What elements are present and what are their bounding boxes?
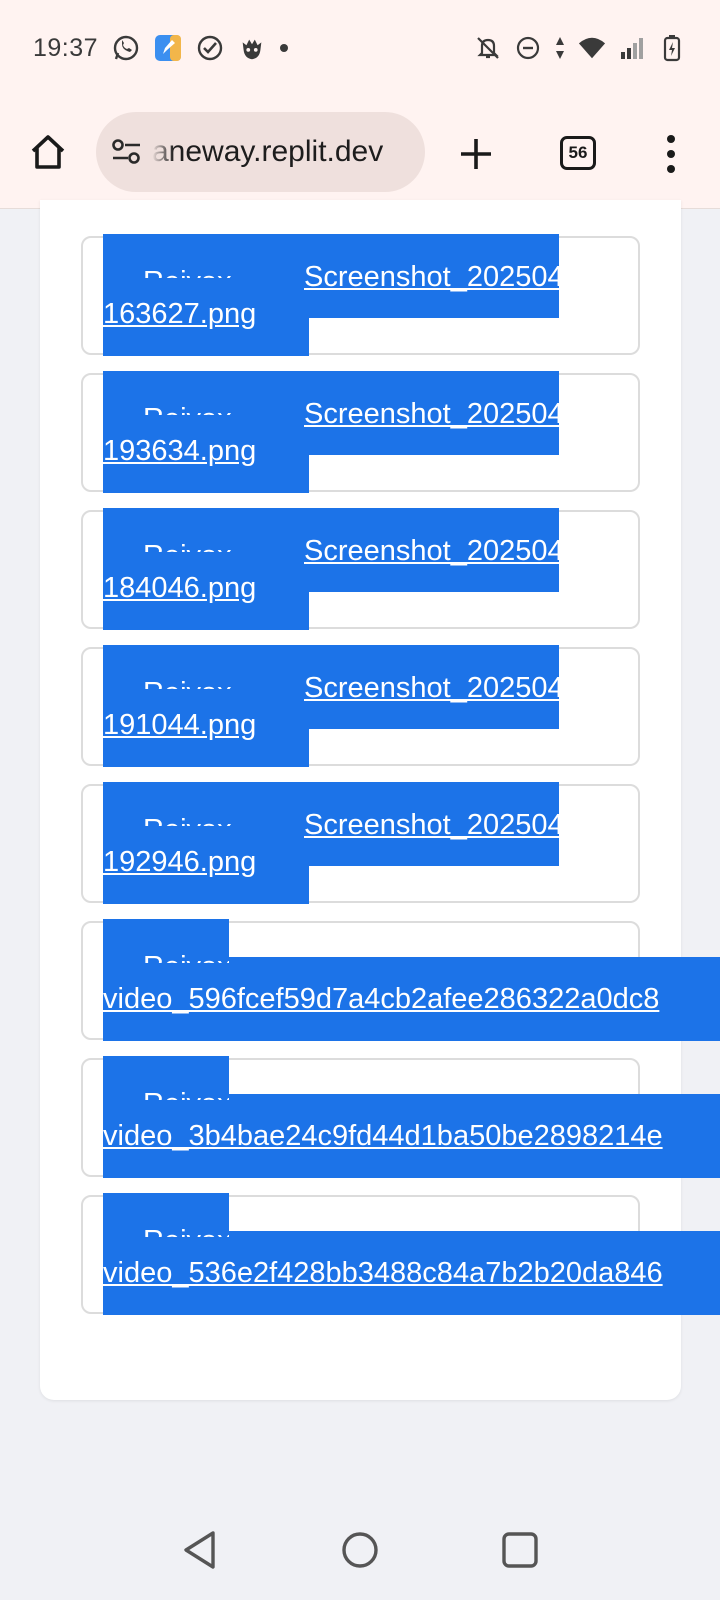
do-not-disturb-icon	[514, 34, 542, 62]
file-link-line1[interactable]: Screenshot_20250408-	[304, 669, 559, 707]
file-list-item: Reivax Screenshot_20250408-192946.png	[81, 782, 640, 904]
status-bar: 19:37	[0, 0, 720, 96]
uploader-prefix: Reivax	[143, 532, 303, 552]
recents-button[interactable]	[498, 1528, 542, 1572]
notification-icons	[112, 34, 289, 62]
signal-icon	[618, 34, 646, 62]
tab-switcher-button[interactable]: 56	[560, 136, 596, 170]
file-list-item: Reivax video_596fcef59d7a4cb2afee286322a…	[81, 919, 720, 1041]
uploader-prefix: Reivax	[143, 395, 303, 415]
system-nav-bar	[0, 1500, 720, 1600]
file-list-item: Reivax video_3b4bae24c9fd44d1ba50be28982…	[81, 1056, 720, 1178]
home-icon	[31, 135, 65, 169]
file-link-line2[interactable]: 184046.png	[103, 569, 309, 607]
file-list-item: Reivax Screenshot_20250407-193634.png	[81, 371, 640, 493]
file-link-line2[interactable]: 192946.png	[103, 843, 309, 881]
file-link-line2[interactable]: 163627.png	[103, 295, 309, 333]
more-notifications-dot	[280, 44, 289, 52]
menu-dot	[667, 135, 675, 143]
file-list-item: Reivax Screenshot_20250405-184046.png	[81, 508, 640, 630]
browser-toolbar: aneway.replit.dev 56	[0, 96, 720, 209]
file-link-line1[interactable]: Screenshot_20250408-	[304, 806, 559, 844]
uploader-prefix-text: Reivax	[143, 400, 232, 415]
bell-off-icon	[474, 34, 502, 62]
address-bar[interactable]: aneway.replit.dev	[96, 112, 425, 192]
uploader-prefix-text: Reivax	[143, 811, 232, 826]
file-link-line1[interactable]: Screenshot_20250407-	[304, 395, 559, 433]
tasks-check-icon	[196, 34, 224, 62]
file-link-line1[interactable]: Screenshot_20250408-	[304, 258, 559, 296]
overflow-menu-button[interactable]	[656, 132, 686, 176]
file-link-line2[interactable]: video_596fcef59d7a4cb2afee286322a0dc8	[103, 980, 702, 1018]
recents-square-icon	[502, 1532, 538, 1568]
url-text[interactable]: aneway.replit.dev	[152, 135, 383, 169]
uploader-prefix-text: Reivax	[143, 948, 229, 963]
file-link-line2[interactable]: 191044.png	[103, 706, 309, 744]
home-button[interactable]	[26, 130, 70, 174]
file-link-line2[interactable]: 193634.png	[103, 432, 309, 470]
home-nav-button[interactable]	[338, 1528, 382, 1572]
notes-app-icon	[154, 34, 182, 62]
site-settings-icon[interactable]	[110, 135, 144, 169]
status-time: 19:37	[33, 33, 99, 62]
wifi-icon	[578, 34, 606, 62]
file-list-item: Reivax Screenshot_20250408-191044.png	[81, 645, 640, 767]
menu-dot	[667, 165, 675, 173]
menu-dot	[667, 150, 675, 158]
uploader-prefix-text: Reivax	[143, 537, 232, 552]
uploader-prefix: Reivax	[143, 1217, 229, 1237]
uploader-prefix-text: Reivax	[143, 263, 232, 278]
data-arrows-icon	[554, 34, 566, 62]
uploader-prefix: Reivax	[143, 1080, 229, 1100]
uploader-prefix: Reivax	[143, 669, 303, 689]
plus-icon	[461, 139, 491, 169]
uploader-prefix: Reivax	[143, 806, 303, 826]
file-link-line2[interactable]: video_3b4bae24c9fd44d1ba50be2898214e	[103, 1117, 702, 1155]
battery-charging-icon	[658, 34, 686, 62]
back-button[interactable]	[178, 1528, 222, 1572]
uploader-prefix-text: Reivax	[143, 674, 232, 689]
system-icons	[474, 34, 686, 62]
uploader-prefix-text: Reivax	[143, 1222, 229, 1237]
file-link-line1[interactable]: Screenshot_20250405-	[304, 532, 559, 570]
content-card: Reivax Screenshot_20250408-163627.pngRei…	[40, 200, 720, 1400]
uploader-prefix: Reivax	[143, 943, 229, 963]
file-list-item: Reivax Screenshot_20250408-163627.png	[81, 234, 640, 356]
new-tab-button[interactable]	[455, 133, 497, 175]
mascot-app-icon	[238, 34, 266, 62]
uploader-prefix-text: Reivax	[143, 1085, 229, 1100]
back-triangle-icon	[184, 1531, 215, 1569]
whatsapp-icon	[112, 34, 140, 62]
uploader-prefix: Reivax	[143, 258, 303, 278]
home-circle-icon	[342, 1532, 378, 1568]
file-link-line2[interactable]: video_536e2f428bb3488c84a7b2b20da846	[103, 1254, 702, 1292]
file-list-item: Reivax video_536e2f428bb3488c84a7b2b20da…	[81, 1193, 720, 1315]
